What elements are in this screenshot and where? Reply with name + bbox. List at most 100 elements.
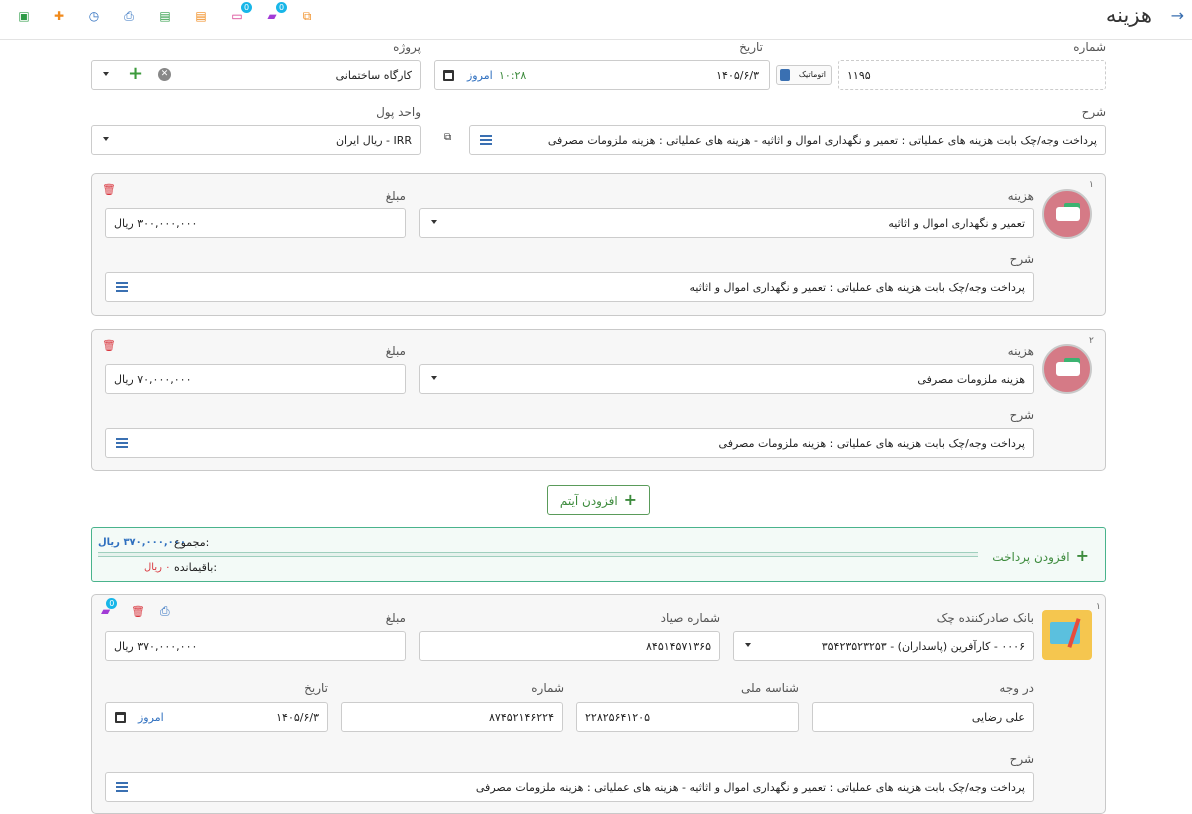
item-index: ۱ (1089, 180, 1094, 190)
item-description-menu-icon[interactable] (116, 282, 128, 292)
today-button[interactable]: امروز (467, 69, 493, 82)
item-description-field[interactable]: پرداخت وجه/چک بابت هزینه های عملیاتی : ت… (105, 272, 1034, 302)
bank-select[interactable]: ۰۰۰۶ - کارآفرین (پاسداران) - ۳۵۴۲۳۵۲۳۲۵۳ (733, 631, 1034, 661)
clear-icon[interactable]: ✕ (158, 68, 171, 81)
amount-value: ۳۰۰,۰۰۰,۰۰۰ ریال (114, 217, 198, 230)
payment-amount-field[interactable]: ۳۷۰,۰۰۰,۰۰۰ ریال (105, 631, 406, 661)
page-title: هزینه (1105, 3, 1152, 27)
cheque-number-value: ۸۷۴۵۲۱۴۶۲۲۴ (489, 711, 554, 724)
item-index: ۲ (1089, 336, 1094, 346)
expense-label: هزینه (1007, 189, 1034, 203)
delete-payment-icon[interactable]: 🗑 (131, 605, 145, 618)
auto-toggle[interactable]: اتوماتیک (776, 65, 832, 85)
national-id-value: ۲۲۸۲۵۶۴۱۲۰۵ (585, 711, 650, 724)
copy-icon[interactable]: ⧉ (299, 8, 315, 24)
item-description-menu-icon[interactable] (116, 438, 128, 448)
arrow-right-icon[interactable]: → (1171, 6, 1184, 25)
auto-toggle-label: اتوماتیک (798, 70, 826, 79)
comments-badge: 0 (276, 2, 287, 13)
item-description-value: پرداخت وجه/چک بابت هزینه های عملیاتی : ت… (689, 281, 1026, 294)
notes-icon[interactable]: ▭ 0 (229, 2, 252, 24)
cheque-date-value: ۱۴۰۵/۶/۳ (276, 711, 319, 724)
description-value: پرداخت وجه/چک بابت هزینه های عملیاتی : ت… (547, 134, 1097, 147)
national-id-label: شناسه ملی (740, 681, 799, 695)
chevron-down-icon[interactable] (431, 376, 437, 380)
sayad-field[interactable]: ۸۴۵۱۴۵۷۱۳۶۵ (419, 631, 720, 661)
expense-value: تعمیر و نگهداری اموال و اثاثیه (888, 217, 1025, 230)
cheque-number-field[interactable]: ۸۷۴۵۲۱۴۶۲۲۴ (341, 702, 563, 732)
expense-value: هزینه ملزومات مصرفی (917, 373, 1025, 386)
payment-comments-icon[interactable]: ▰ 0 (101, 598, 118, 618)
payee-value: علی رضایی (971, 711, 1025, 724)
total-value: ۳۷۰,۰۰۰,۰۰۰ ریال (98, 537, 186, 548)
item-description-field[interactable]: پرداخت وجه/چک بابت هزینه های عملیاتی : ه… (105, 428, 1034, 458)
item-description-label: شرح (1009, 252, 1034, 266)
plus-icon: + (1075, 546, 1089, 565)
calendar-icon[interactable] (443, 70, 454, 81)
auto-toggle-switch (780, 69, 790, 81)
national-id-field[interactable]: ۲۲۸۲۵۶۴۱۲۰۵ (576, 702, 799, 732)
add-payment-label: افزودن پرداخت (992, 550, 1070, 564)
project-select[interactable]: کارگاه ساختمانی ✕ + (91, 60, 421, 90)
comments-icon[interactable]: ▰ 0 (264, 2, 287, 24)
today-button[interactable]: امروز (138, 711, 164, 724)
chevron-down-icon[interactable] (103, 137, 109, 141)
number-label: شماره (1073, 40, 1106, 54)
amount-value: ۷۰,۰۰۰,۰۰۰ ریال (114, 373, 192, 386)
chevron-down-icon[interactable] (103, 72, 109, 76)
currency-value: IRR - ریال ایران (335, 134, 412, 147)
payment-index: ۱ (1096, 602, 1101, 612)
number-field[interactable]: ۱۱۹۵ (838, 60, 1106, 90)
delete-item-icon[interactable]: 🗑 (102, 339, 116, 352)
date-value: ۱۴۰۵/۶/۳ (716, 69, 759, 82)
bank-value: ۰۰۰۶ - کارآفرین (پاسداران) - ۳۵۴۲۳۵۲۳۲۵۳ (821, 640, 1025, 653)
save-icon[interactable]: ▣ (16, 8, 32, 24)
payment-description-menu-icon[interactable] (116, 782, 128, 792)
currency-label: واحد پول (376, 105, 421, 119)
print-icon[interactable]: ⎙ (121, 8, 137, 24)
cheque-date-label: تاریخ (304, 681, 328, 695)
amount-label: مبلغ (385, 189, 406, 203)
add-item-button[interactable]: + افزودن آیتم (547, 485, 650, 515)
amount-field[interactable]: ۳۰۰,۰۰۰,۰۰۰ ریال (105, 208, 406, 238)
expense-label: هزینه (1007, 344, 1034, 358)
payment-description-value: پرداخت وجه/چک بابت هزینه های عملیاتی : ت… (475, 781, 1025, 794)
export-icon[interactable]: ▤ (193, 8, 209, 24)
date-label: تاریخ (739, 40, 763, 54)
payment-summary: مجموع: ۳۷۰,۰۰۰,۰۰۰ ریال باقیمانده: ۰ ریا… (91, 527, 1106, 582)
date-field[interactable]: ۱۴۰۵/۶/۳ ۱۰:۲۸ امروز (434, 60, 770, 90)
new-doc-icon[interactable]: ✚ (51, 8, 67, 24)
payment-amount-label: مبلغ (385, 611, 406, 625)
excel-icon[interactable]: ▤ (157, 8, 173, 24)
amount-label: مبلغ (385, 344, 406, 358)
add-project-icon[interactable]: + (128, 63, 143, 84)
description-label: شرح (1081, 105, 1106, 119)
payee-field[interactable]: علی رضایی (812, 702, 1034, 732)
chevron-down-icon[interactable] (745, 643, 751, 647)
calendar-icon[interactable] (115, 712, 126, 723)
currency-select[interactable]: IRR - ریال ایران (91, 125, 421, 155)
project-value: کارگاه ساختمانی (335, 69, 412, 82)
amount-field[interactable]: ۷۰,۰۰۰,۰۰۰ ریال (105, 364, 406, 394)
sayad-label: شماره صیاد (660, 611, 720, 625)
sayad-value: ۸۴۵۱۴۵۷۱۳۶۵ (646, 640, 711, 653)
expense-select[interactable]: هزینه ملزومات مصرفی (419, 364, 1034, 394)
chevron-down-icon[interactable] (431, 220, 437, 224)
expense-avatar-icon (1042, 189, 1092, 239)
bank-label: بانک صادرکننده چک (936, 611, 1034, 625)
time-value: ۱۰:۲۸ (499, 69, 527, 82)
copy-description-icon[interactable]: ⧉ (444, 132, 451, 143)
print-cheque-icon[interactable]: ⎙ (160, 604, 170, 619)
payment-description-field[interactable]: پرداخت وجه/چک بابت هزینه های عملیاتی : ت… (105, 772, 1034, 802)
notes-badge: 0 (241, 2, 252, 13)
add-payment-button[interactable]: + افزودن پرداخت (992, 546, 1089, 565)
delete-item-icon[interactable]: 🗑 (102, 183, 116, 196)
cheque-date-field[interactable]: ۱۴۰۵/۶/۳ امروز (105, 702, 328, 732)
history-icon[interactable]: ◷ (86, 8, 102, 24)
payment-description-label: شرح (1009, 752, 1034, 766)
remaining-label: باقیمانده: (174, 561, 218, 574)
description-field[interactable]: پرداخت وجه/چک بابت هزینه های عملیاتی : ت… (469, 125, 1106, 155)
description-menu-icon[interactable] (480, 135, 492, 145)
project-label: پروژه (393, 40, 421, 54)
expense-select[interactable]: تعمیر و نگهداری اموال و اثاثیه (419, 208, 1034, 238)
